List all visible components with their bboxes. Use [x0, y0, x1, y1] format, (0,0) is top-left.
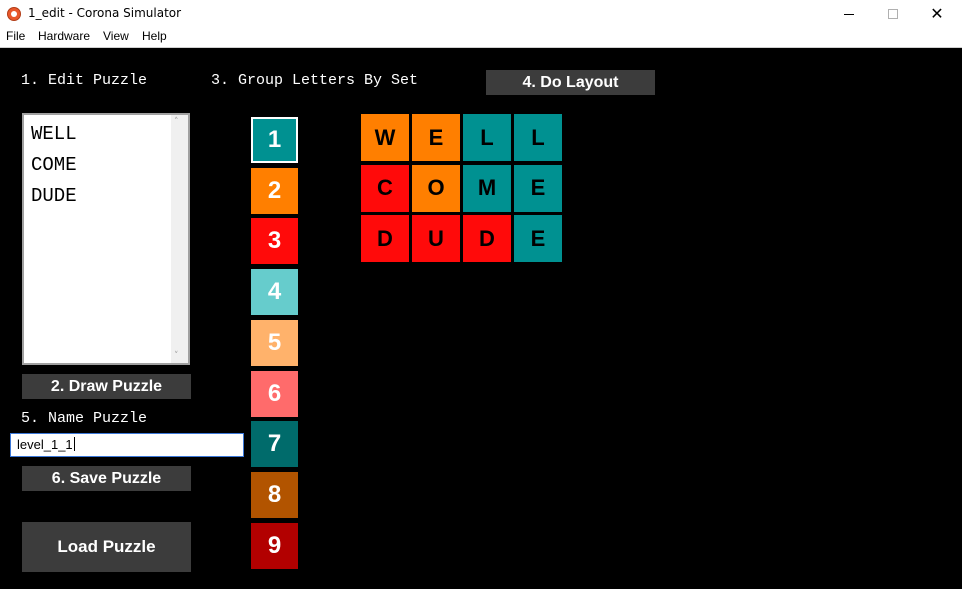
puzzle-lines: WELL COME DUDE — [31, 119, 77, 212]
set-swatch-7[interactable]: 7 — [251, 421, 298, 468]
draw-puzzle-button[interactable]: 2. Draw Puzzle — [22, 374, 191, 399]
set-swatch-5[interactable]: 5 — [251, 319, 298, 366]
letter-tile[interactable]: O — [412, 164, 460, 212]
title-bar: 1_edit - Corona Simulator ✕ — [0, 0, 962, 28]
close-icon: ✕ — [930, 4, 944, 23]
set-swatch-2[interactable]: 2 — [251, 167, 298, 214]
puzzle-line: DUDE — [31, 185, 77, 207]
set-swatch-8[interactable]: 8 — [251, 471, 298, 518]
letter-tile[interactable]: E — [514, 164, 562, 212]
maximize-button[interactable] — [870, 0, 916, 28]
puzzle-textarea[interactable]: WELL COME DUDE ˄ ˅ — [22, 113, 190, 365]
letter-tile[interactable]: E — [514, 215, 562, 262]
corona-icon — [7, 7, 21, 21]
set-swatch-6[interactable]: 6 — [251, 370, 298, 417]
menu-bar: File Hardware View Help — [0, 28, 962, 46]
minimize-button[interactable] — [826, 0, 872, 28]
text-caret — [73, 437, 75, 451]
letter-tile[interactable]: L — [463, 114, 511, 161]
letter-tile[interactable]: L — [514, 114, 562, 161]
letter-tile[interactable]: C — [361, 164, 409, 212]
set-swatch-1[interactable]: 1 — [251, 117, 298, 163]
load-puzzle-button[interactable]: Load Puzzle — [22, 522, 191, 572]
puzzle-line: WELL — [31, 123, 77, 145]
puzzle-name-input[interactable]: level_1_1 — [10, 433, 244, 457]
group-letters-label: 3. Group Letters By Set — [211, 72, 419, 89]
maximize-icon — [888, 9, 898, 19]
edit-puzzle-label: 1. Edit Puzzle — [21, 72, 148, 89]
menu-view[interactable]: View — [103, 29, 129, 43]
letter-tile[interactable]: E — [412, 114, 460, 161]
menu-help[interactable]: Help — [142, 29, 167, 43]
save-puzzle-button[interactable]: 6. Save Puzzle — [22, 466, 191, 491]
name-puzzle-label: 5. Name Puzzle — [21, 410, 148, 427]
close-button[interactable]: ✕ — [914, 0, 960, 28]
minimize-icon — [844, 13, 854, 15]
set-swatch-4[interactable]: 4 — [251, 269, 298, 316]
menu-hardware[interactable]: Hardware — [38, 29, 90, 43]
letter-tile[interactable]: D — [463, 215, 511, 262]
letter-tile[interactable]: W — [361, 114, 409, 161]
menu-file[interactable]: File — [6, 29, 25, 43]
scroll-down-icon[interactable]: ˅ — [174, 351, 179, 361]
textarea-scrollbar[interactable]: ˄ ˅ — [171, 115, 188, 363]
simulator-canvas: 1. Edit Puzzle 3. Group Letters By Set 4… — [0, 47, 962, 589]
letter-tile[interactable]: D — [361, 215, 409, 262]
window-title: 1_edit - Corona Simulator — [28, 6, 182, 20]
set-swatch-3[interactable]: 3 — [251, 218, 298, 265]
letter-tile[interactable]: M — [463, 164, 511, 212]
scroll-up-icon[interactable]: ˄ — [174, 117, 179, 127]
puzzle-name-value: level_1_1 — [17, 437, 73, 452]
do-layout-button[interactable]: 4. Do Layout — [486, 70, 655, 95]
set-swatch-9[interactable]: 9 — [251, 522, 298, 569]
letter-tile[interactable]: U — [412, 215, 460, 262]
puzzle-line: COME — [31, 154, 77, 176]
